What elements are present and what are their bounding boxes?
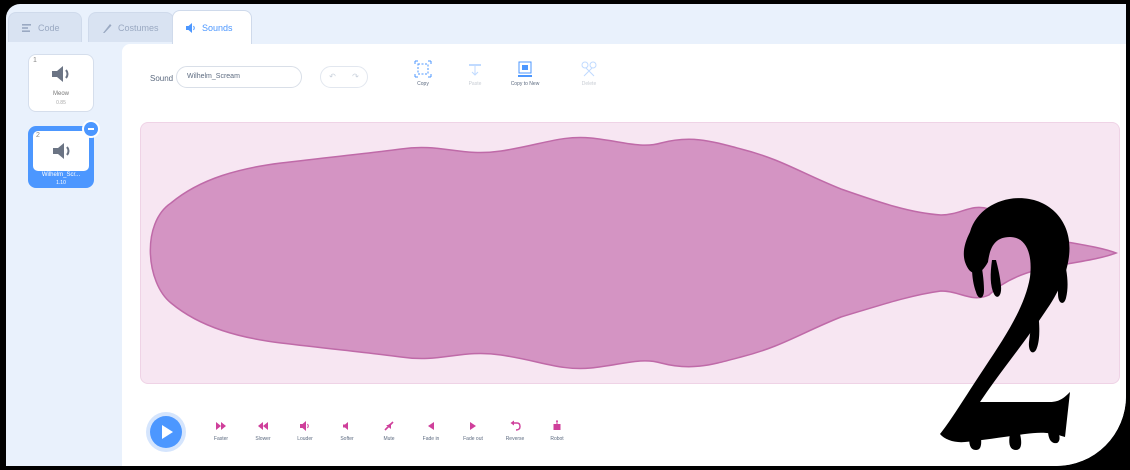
undo-redo-group: ↶ ↷	[320, 66, 368, 88]
robot-icon	[553, 420, 561, 430]
delete-icon	[581, 61, 597, 77]
effect-louder[interactable]: Louder	[288, 420, 322, 442]
delete-button[interactable]: Delete	[564, 60, 614, 87]
effect-label: Reverse	[505, 436, 525, 442]
speaker-icon	[186, 22, 195, 33]
dripping-numeral-overlay: 2	[930, 182, 1070, 450]
sound-duration: 0.85	[56, 100, 66, 106]
brush-icon	[103, 23, 112, 33]
effect-softer[interactable]: Softer	[330, 420, 364, 442]
tab-bar: Code Costumes Sounds	[6, 4, 1126, 44]
effect-label: Louder	[297, 436, 313, 442]
tool-label: Copy	[417, 81, 429, 87]
undo-button[interactable]: ↶	[321, 67, 344, 87]
effect-robot[interactable]: Robot	[540, 420, 574, 442]
sound-label: Sound	[150, 74, 174, 83]
sound-name: Wilhelm_Scr...	[41, 172, 81, 178]
louder-icon	[300, 421, 309, 431]
tab-label: Code	[38, 22, 60, 33]
effect-label: Fade out	[463, 436, 483, 442]
effect-label: Mute	[383, 436, 395, 442]
effect-fade-in[interactable]: Fade in	[414, 420, 448, 442]
delete-sound-button[interactable]	[82, 120, 100, 138]
mute-icon	[384, 421, 394, 431]
effect-mute[interactable]: Mute	[372, 420, 406, 442]
tab-sounds[interactable]: Sounds	[172, 10, 252, 44]
softer-icon	[343, 422, 348, 430]
sound-duration: 1.10	[56, 180, 66, 186]
sound-tile-meow[interactable]: 1 Meow 0.85	[28, 54, 94, 112]
effect-label: Faster	[213, 436, 229, 442]
sound-number: 1	[33, 57, 37, 64]
code-icon	[22, 23, 31, 32]
effect-label: Slower	[255, 436, 271, 442]
editor-toolbar: Sound Wilhelm_Scream ↶ ↷ Copy Paste Copy…	[122, 44, 1126, 114]
tab-code[interactable]: Code	[8, 12, 82, 42]
speaker-icon	[52, 66, 69, 82]
effect-label: Robot	[550, 436, 564, 442]
sound-name-input[interactable]: Wilhelm_Scream	[176, 66, 302, 88]
tab-label: Costumes	[118, 22, 159, 33]
sound-number: 2	[36, 132, 40, 139]
numeral-text: 2	[930, 182, 939, 186]
copy-to-new-icon	[518, 61, 532, 77]
redo-button[interactable]: ↷	[344, 67, 367, 87]
fade-in-icon	[428, 422, 434, 430]
tab-label: Sounds	[202, 22, 233, 33]
effect-fade-out[interactable]: Fade out	[456, 420, 490, 442]
effect-label: Fade in	[422, 436, 440, 442]
paste-icon	[469, 64, 481, 76]
effect-label: Softer	[340, 436, 354, 442]
slower-icon	[258, 422, 268, 430]
copy-to-new-button[interactable]: Copy to New	[500, 60, 550, 87]
effect-reverse[interactable]: Reverse	[498, 420, 532, 442]
effect-faster[interactable]: Faster	[204, 420, 238, 442]
tab-costumes[interactable]: Costumes	[88, 12, 174, 42]
faster-icon	[216, 422, 226, 430]
speaker-icon	[53, 143, 70, 159]
effect-slower[interactable]: Slower	[246, 420, 280, 442]
copy-icon	[414, 60, 432, 78]
sound-list: 1 Meow 0.85 2 Wilhelm_Scr... 1.10	[6, 44, 122, 466]
reverse-icon	[510, 420, 521, 431]
fade-out-icon	[470, 422, 476, 430]
tool-label: Delete	[581, 81, 597, 87]
tool-label: Paste	[468, 81, 482, 87]
sound-name: Meow	[52, 91, 69, 97]
copy-button[interactable]: Copy	[398, 60, 448, 87]
paste-button[interactable]: Paste	[450, 60, 500, 87]
tool-label: Copy to New	[510, 81, 540, 87]
sound-tile-wilhelm[interactable]: 2 Wilhelm_Scr... 1.10	[28, 120, 100, 188]
play-button[interactable]	[150, 416, 182, 448]
